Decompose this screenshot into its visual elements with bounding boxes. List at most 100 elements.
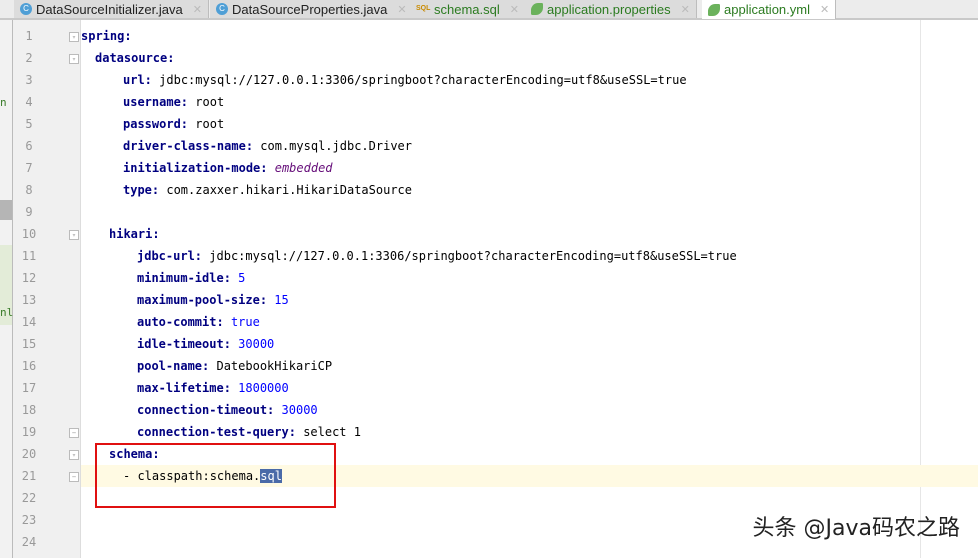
yaml-value: 1800000	[238, 381, 289, 395]
code-line[interactable]: connection-test-query: select 1	[81, 421, 978, 443]
yaml-value: jdbc:mysql://127.0.0.1:3306/springboot?c…	[159, 73, 687, 87]
line-number: 16	[21, 359, 37, 373]
line-number: 12	[21, 271, 37, 285]
yaml-value: root	[195, 95, 225, 109]
code-line[interactable]: password: root	[81, 113, 978, 135]
code-line[interactable]: initialization-mode: embedded	[81, 157, 978, 179]
java-class-icon: C	[20, 3, 32, 15]
line-number: 20	[21, 447, 37, 461]
line-number: 11	[21, 249, 37, 263]
line-number: 19	[21, 425, 37, 439]
code-line[interactable]: url: jdbc:mysql://127.0.0.1:3306/springb…	[81, 69, 978, 91]
line-number: 7	[25, 161, 33, 175]
spring-boot-icon	[708, 3, 720, 16]
code-line[interactable]: idle-timeout: 30000	[81, 333, 978, 355]
fold-icon[interactable]: ▿	[69, 32, 79, 42]
close-icon[interactable]: ✕	[193, 3, 202, 16]
yaml-key: driver-class-name:	[123, 139, 254, 153]
line-number: 10	[21, 227, 37, 241]
code-line[interactable]: pool-name: DatebookHikariCP	[81, 355, 978, 377]
code-line[interactable]: maximum-pool-size: 15	[81, 289, 978, 311]
yaml-key: auto-commit:	[137, 315, 224, 329]
tab-application-yml[interactable]: application.yml ✕	[702, 0, 837, 19]
yaml-key: url:	[123, 73, 152, 87]
yaml-value: DatebookHikariCP	[216, 359, 333, 373]
yaml-key: minimum-idle:	[137, 271, 231, 285]
yaml-key: type:	[123, 183, 160, 197]
fold-icon[interactable]: −	[69, 472, 79, 482]
close-icon[interactable]: ✕	[510, 3, 519, 16]
editor-tabs: C DataSourceInitializer.java ✕ C DataSource…	[0, 0, 978, 20]
line-number: 24	[21, 535, 37, 549]
line-number: 3	[25, 73, 33, 87]
tab-datasourceproperties[interactable]: C DataSourceProperties.java ✕	[210, 0, 414, 18]
yaml-key: datasource:	[95, 51, 175, 65]
side-text: n	[0, 96, 7, 109]
yaml-key: password:	[123, 117, 189, 131]
yaml-key: initialization-mode:	[123, 161, 268, 175]
yaml-value: 30000	[281, 403, 318, 417]
line-number: 21	[21, 469, 37, 483]
yaml-value: 15	[274, 293, 289, 307]
annotation-highlight-box	[95, 443, 336, 508]
code-line[interactable]: datasource:	[81, 47, 978, 69]
line-number: 6	[25, 139, 33, 153]
line-number: 8	[25, 183, 33, 197]
close-icon[interactable]: ✕	[820, 3, 829, 16]
code-line[interactable]	[81, 201, 978, 223]
line-number: 22	[21, 491, 37, 505]
tab-datasourceinitializer[interactable]: C DataSourceInitializer.java ✕	[14, 0, 209, 18]
code-line[interactable]: minimum-idle: 5	[81, 267, 978, 289]
line-number: 14	[21, 315, 37, 329]
line-number: 17	[21, 381, 37, 395]
line-number: 1	[25, 29, 33, 43]
yaml-value: true	[230, 315, 260, 329]
tab-schema-sql[interactable]: SQL schema.sql ✕	[410, 0, 526, 18]
yaml-value: 30000	[238, 337, 275, 351]
fold-icon[interactable]: ▿	[69, 230, 79, 240]
side-text: nl	[0, 306, 14, 319]
yaml-key: idle-timeout:	[137, 337, 231, 351]
spring-boot-icon	[531, 3, 543, 15]
yaml-value: embedded	[274, 161, 333, 175]
line-number: 18	[21, 403, 37, 417]
code-line[interactable]: max-lifetime: 1800000	[81, 377, 978, 399]
yaml-key: jdbc-url:	[137, 249, 203, 263]
yaml-value: com.zaxxer.hikari.HikariDataSource	[166, 183, 412, 197]
yaml-value: com.mysql.jdbc.Driver	[260, 139, 412, 153]
line-number: 4	[25, 95, 33, 109]
project-panel-edge: n nl	[0, 20, 13, 558]
line-number: 9	[25, 205, 33, 219]
yaml-value: root	[195, 117, 225, 131]
yaml-key: hikari:	[109, 227, 160, 241]
yaml-key: max-lifetime:	[137, 381, 231, 395]
code-line[interactable]: driver-class-name: com.mysql.jdbc.Driver	[81, 135, 978, 157]
yaml-key: connection-test-query:	[137, 425, 296, 439]
fold-icon[interactable]: −	[69, 428, 79, 438]
close-icon[interactable]: ✕	[681, 3, 690, 16]
line-number: 23	[21, 513, 37, 527]
fold-icon[interactable]: ▿	[69, 450, 79, 460]
code-line[interactable]: username: root	[81, 91, 978, 113]
watermark: 头条 @Java码农之路	[752, 516, 960, 541]
code-line[interactable]: spring:	[81, 25, 978, 47]
yaml-key: username:	[123, 95, 189, 109]
yaml-key: pool-name:	[137, 359, 210, 373]
yaml-key: maximum-pool-size:	[137, 293, 268, 307]
yaml-value: select 1	[303, 425, 361, 439]
side-selection	[0, 200, 12, 220]
code-line[interactable]: hikari:	[81, 223, 978, 245]
yaml-value: jdbc:mysql://127.0.0.1:3306/springboot?c…	[209, 249, 737, 263]
tab-application-properties[interactable]: application.properties ✕	[525, 0, 697, 18]
line-number: 2	[25, 51, 33, 65]
code-line[interactable]: type: com.zaxxer.hikari.HikariDataSource	[81, 179, 978, 201]
code-line[interactable]: auto-commit: true	[81, 311, 978, 333]
code-line[interactable]: connection-timeout: 30000	[81, 399, 978, 421]
fold-icon[interactable]: ▿	[69, 54, 79, 64]
code-line[interactable]: jdbc-url: jdbc:mysql://127.0.0.1:3306/sp…	[81, 245, 978, 267]
sql-file-icon: SQL	[416, 5, 431, 12]
java-class-icon: C	[216, 3, 228, 15]
close-icon[interactable]: ✕	[397, 3, 406, 16]
line-number: 5	[25, 117, 33, 131]
yaml-key: connection-timeout:	[137, 403, 275, 417]
